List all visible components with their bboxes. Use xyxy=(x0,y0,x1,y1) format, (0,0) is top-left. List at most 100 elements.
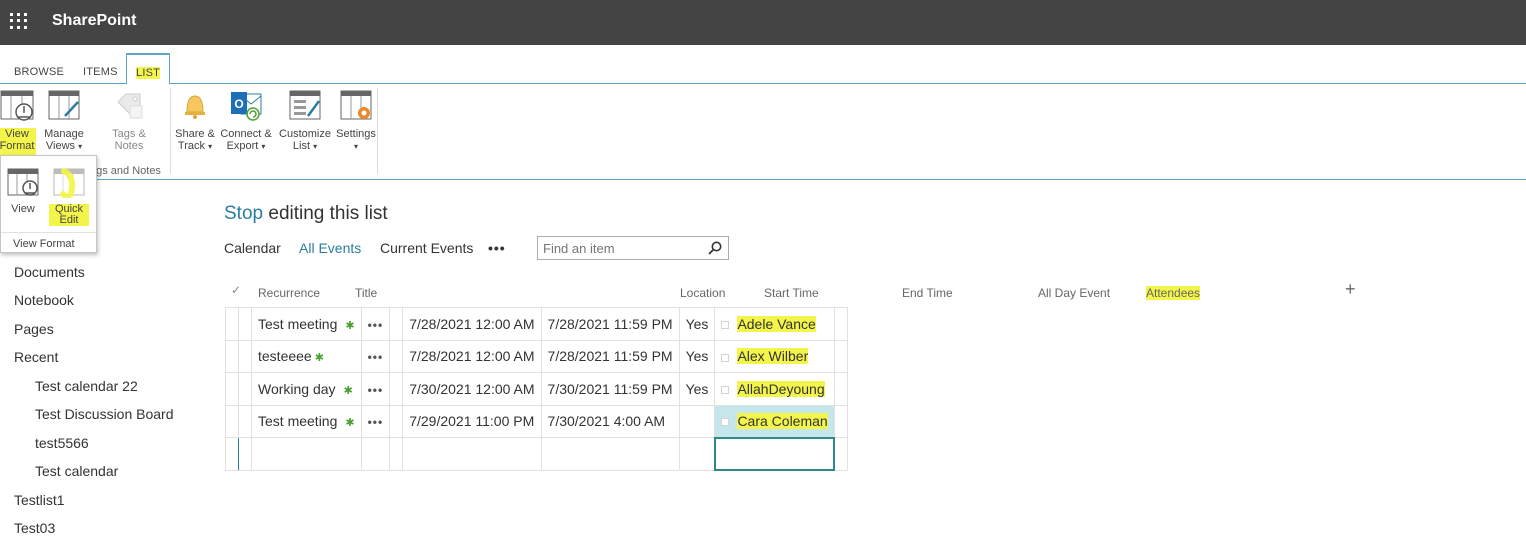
nav-item-pages[interactable]: Pages xyxy=(14,321,54,337)
all-day-cell[interactable] xyxy=(678,437,716,471)
start-time-cell[interactable]: 7/28/2021 12:00 AM xyxy=(402,339,542,373)
end-time-cell[interactable]: 7/28/2021 11:59 PM xyxy=(540,339,680,373)
tags-notes-button[interactable]: Tags & Notes xyxy=(107,88,151,152)
location-cell[interactable] xyxy=(389,339,404,373)
recurrence-cell[interactable] xyxy=(238,437,252,471)
recurrence-cell[interactable] xyxy=(238,372,252,406)
recurrence-cell[interactable] xyxy=(238,404,252,438)
column-header-all-day-event[interactable]: All Day Event xyxy=(1038,286,1110,300)
table-row[interactable]: testeeee ✱ ••• 7/28/2021 12:00 AM 7/28/20… xyxy=(225,339,849,373)
row-select-cell[interactable] xyxy=(225,437,239,471)
suite-title[interactable]: SharePoint xyxy=(52,12,136,30)
more-views-button[interactable]: ••• xyxy=(488,240,506,256)
row-more-cell[interactable]: ••• xyxy=(360,404,391,438)
search-input[interactable] xyxy=(538,237,698,259)
view-format-group-label: View Format xyxy=(13,238,75,250)
title-cell[interactable]: Test meeting ✱ xyxy=(251,307,362,341)
add-column-button[interactable]: + xyxy=(1345,279,1356,300)
connect-export-button[interactable]: O Connect & Export ▾ xyxy=(219,88,273,153)
attendee-name[interactable]: Cara Coleman xyxy=(737,413,828,429)
attendee-cell[interactable]: AllahDeyoung xyxy=(714,372,835,406)
row-more-cell[interactable] xyxy=(361,437,391,471)
nav-item-test5566[interactable]: test5566 xyxy=(35,435,89,451)
title-cell[interactable]: testeeee ✱ xyxy=(251,339,362,373)
row-select-cell[interactable] xyxy=(225,339,239,373)
start-time-cell[interactable]: 7/30/2021 12:00 AM xyxy=(402,372,542,406)
attendee-cell[interactable]: Adele Vance xyxy=(714,307,835,341)
location-cell[interactable] xyxy=(389,372,404,406)
settings-button[interactable]: Settings ▾ xyxy=(334,88,378,153)
start-time-cell[interactable]: 7/29/2021 11:00 PM xyxy=(402,404,542,438)
row-select-cell[interactable] xyxy=(225,372,239,406)
all-day-cell[interactable]: Yes xyxy=(678,307,716,341)
view-all-events[interactable]: All Events xyxy=(299,240,361,256)
all-day-cell[interactable] xyxy=(678,404,716,438)
nav-item-notebook[interactable]: Notebook xyxy=(14,292,74,308)
tab-items[interactable]: ITEMS xyxy=(75,61,126,84)
attendee-name[interactable]: Alex Wilber xyxy=(737,348,809,365)
row-more-cell[interactable]: ••• xyxy=(360,339,391,373)
title-cell[interactable]: Working day ✱ xyxy=(251,372,362,406)
end-time-cell[interactable] xyxy=(540,437,680,471)
share-track-button[interactable]: Share & Track ▾ xyxy=(173,88,217,153)
view-format-button[interactable]: View Format ▾ xyxy=(0,88,40,165)
nav-item-test-calendar[interactable]: Test calendar xyxy=(35,463,118,479)
row-more-button[interactable]: ••• xyxy=(368,318,384,332)
tab-list[interactable]: LIST xyxy=(126,53,171,85)
row-select-cell[interactable] xyxy=(225,307,239,341)
view-current-events[interactable]: Current Events xyxy=(380,240,473,256)
attendee-name[interactable]: Adele Vance xyxy=(737,315,816,332)
new-item-row[interactable] xyxy=(225,436,849,471)
attendee-cell[interactable]: Alex Wilber xyxy=(714,339,835,373)
app-launcher-icon[interactable] xyxy=(8,11,28,31)
view-calendar[interactable]: Calendar xyxy=(224,240,281,256)
nav-item-test03[interactable]: Test03 xyxy=(14,520,55,536)
end-time-cell[interactable]: 7/30/2021 4:00 AM xyxy=(540,404,680,438)
all-day-cell[interactable]: Yes xyxy=(678,372,716,406)
recurrence-cell[interactable] xyxy=(238,307,252,341)
attendee-cell-active[interactable] xyxy=(713,436,836,471)
row-more-cell[interactable]: ••• xyxy=(360,372,391,406)
end-time-cell[interactable]: 7/30/2021 11:59 PM xyxy=(540,372,680,406)
location-cell[interactable] xyxy=(389,437,404,471)
location-cell[interactable] xyxy=(389,307,404,341)
column-header-location[interactable]: Location xyxy=(680,286,725,300)
row-more-button[interactable]: ••• xyxy=(368,350,384,364)
start-time-cell[interactable]: 7/28/2021 12:00 AM xyxy=(402,307,542,341)
nav-item-test-discussion-board[interactable]: Test Discussion Board xyxy=(35,406,174,422)
table-row[interactable]: Test meeting ✱ ••• 7/29/2021 11:00 PM 7/3… xyxy=(225,404,849,438)
search-icon[interactable] xyxy=(708,241,722,255)
manage-views-button[interactable]: Manage Views ▾ xyxy=(42,88,86,153)
quick-edit-option[interactable]: Quick Edit xyxy=(49,166,89,226)
table-row[interactable]: Test meeting ✱ ••• 7/28/2021 12:00 AM 7/2… xyxy=(225,307,849,341)
column-header-title[interactable]: Title xyxy=(355,286,377,300)
column-header-start-time[interactable]: Start Time xyxy=(764,286,819,300)
column-header-recurrence[interactable]: Recurrence xyxy=(258,286,320,300)
row-more-button[interactable]: ••• xyxy=(368,383,384,397)
attendee-name[interactable]: AllahDeyoung xyxy=(737,380,825,397)
stop-editing-link[interactable]: Stop editing this list xyxy=(224,203,388,225)
attendee-cell-selected[interactable]: Cara Coleman xyxy=(714,404,835,438)
title-cell[interactable] xyxy=(251,437,362,471)
customize-list-button[interactable]: Customize List ▾ xyxy=(278,88,332,153)
recurrence-cell[interactable] xyxy=(238,339,252,373)
nav-item-documents[interactable]: Documents xyxy=(14,264,85,280)
column-header-attendees[interactable]: Attendees xyxy=(1146,286,1201,300)
location-cell[interactable] xyxy=(389,404,404,438)
title-cell[interactable]: Test meeting ✱ xyxy=(251,404,362,438)
row-more-button[interactable]: ••• xyxy=(368,415,384,429)
nav-item-test-calendar-22[interactable]: Test calendar 22 xyxy=(35,378,138,394)
nav-item-recent[interactable]: Recent xyxy=(14,349,58,365)
row-more-cell[interactable]: ••• xyxy=(360,307,391,341)
table-row[interactable]: Working day ✱ ••• 7/30/2021 12:00 AM 7/30… xyxy=(225,372,849,406)
customize-list-label-1: Customize xyxy=(279,128,331,140)
column-header-end-time[interactable]: End Time xyxy=(902,286,953,300)
all-day-cell[interactable]: Yes xyxy=(678,339,716,373)
tab-browse[interactable]: BROWSE xyxy=(6,61,72,84)
nav-item-testlist1[interactable]: Testlist1 xyxy=(14,492,65,508)
select-all-checkmark-icon[interactable]: ✓ xyxy=(231,283,241,297)
end-time-cell[interactable]: 7/28/2021 11:59 PM xyxy=(540,307,680,341)
view-option[interactable]: View xyxy=(3,166,43,215)
start-time-cell[interactable] xyxy=(402,437,542,471)
row-select-cell[interactable] xyxy=(225,404,239,438)
